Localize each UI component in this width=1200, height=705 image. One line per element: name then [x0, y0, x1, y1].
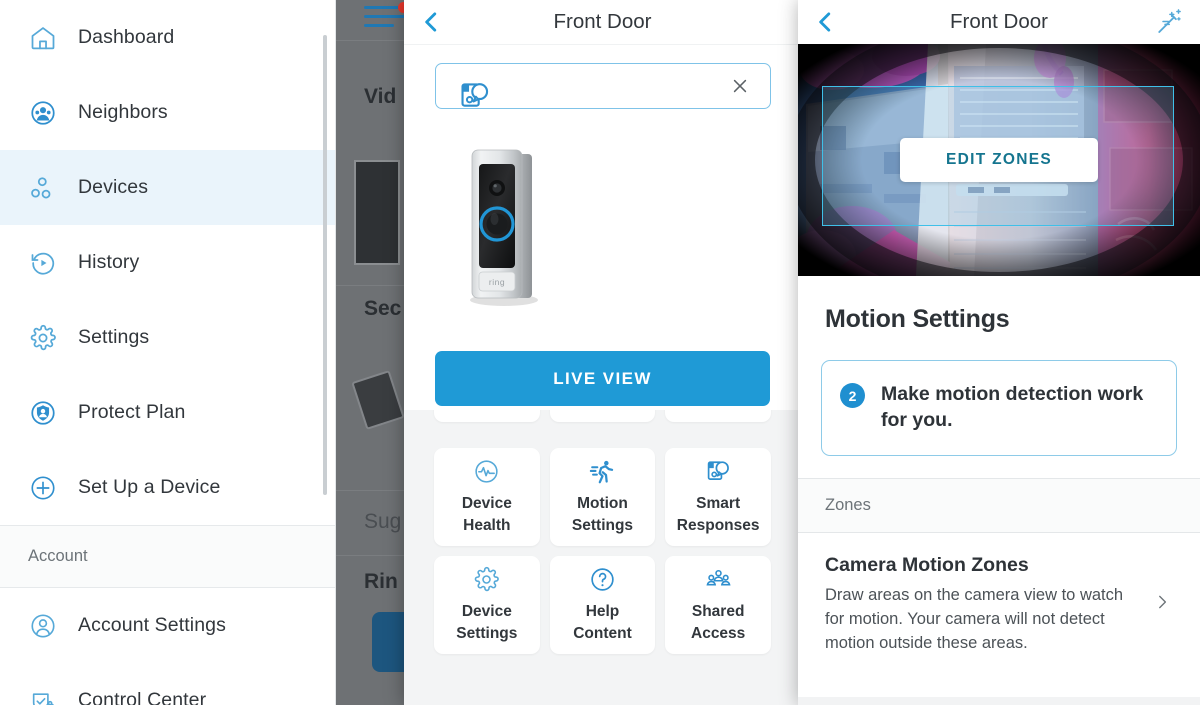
device-action-grid-rows: Device Health Motion Settings Smart Resp… [404, 448, 801, 654]
card-label: Motion Settings [571, 494, 634, 534]
card-partial[interactable] [665, 410, 771, 422]
background-device-thumbnail [351, 370, 405, 430]
list-item-title: Camera Motion Zones [825, 554, 1029, 576]
sidebar-item-neighbors[interactable]: Neighbors [0, 75, 335, 150]
card-label: Smart Responses [676, 494, 760, 534]
sidebar-item-devices[interactable]: Devices [0, 150, 335, 225]
card-shared-access[interactable]: Shared Access [665, 556, 771, 654]
background-device-thumbnail [354, 160, 400, 265]
card-label: Device Settings [456, 602, 518, 642]
sidebar-item-account-settings[interactable]: Account Settings [0, 588, 335, 663]
card-label: Shared Access [691, 602, 746, 642]
close-icon[interactable] [730, 76, 750, 96]
sidebar-account-header-label: Account [28, 547, 88, 565]
card-partial[interactable] [434, 410, 540, 422]
sidebar-item-label: Neighbors [78, 101, 168, 123]
tip-text: Make motion detection work for you. [881, 383, 1144, 431]
smart-response-icon [705, 458, 732, 486]
devices-icon [28, 173, 58, 203]
sidebar-item-settings[interactable]: Settings [0, 300, 335, 375]
sidebar-scrollbar[interactable] [323, 35, 327, 495]
edit-zones-button[interactable]: EDIT ZONES [899, 138, 1099, 182]
device-action-grid-row-partial [404, 410, 801, 422]
sidebar-item-history[interactable]: History [0, 225, 335, 300]
card-partial[interactable] [549, 410, 656, 422]
tip-step-badge: 2 [840, 383, 865, 408]
sidebar-item-label: Settings [78, 326, 150, 348]
sidebar-item-label: Devices [78, 176, 149, 198]
live-view-label: LIVE VIEW [553, 368, 652, 388]
device-detail-topbar: Front Door [404, 0, 801, 45]
zones-section-header: Zones [798, 479, 1200, 533]
back-chevron-icon[interactable] [418, 9, 444, 35]
card-motion-settings[interactable]: Motion Settings [549, 448, 656, 546]
search-input[interactable] [435, 63, 771, 109]
chevron-right-icon [1153, 593, 1173, 616]
device-detail-title: Front Door [553, 10, 652, 33]
ring-video-doorbell-pro-image: ring [458, 148, 550, 313]
motion-settings-topbar: Front Door [798, 0, 1200, 44]
sidebar-item-label: Protect Plan [78, 401, 186, 423]
shield-icon [28, 398, 58, 428]
person-circle-icon [28, 611, 58, 641]
background-text: Vid [364, 85, 397, 108]
list-item-camera-motion-zones[interactable]: Camera Motion Zones Draw areas on the ca… [798, 533, 1200, 655]
shield-check-icon [28, 686, 58, 705]
sidebar-item-label: Account Settings [78, 614, 226, 636]
card-device-settings[interactable]: Device Settings [434, 556, 540, 654]
card-smart-responses[interactable]: Smart Responses [665, 448, 771, 546]
sidebar-item-control-center[interactable]: Control Center [0, 663, 335, 705]
app-window: Dashboard Neighbors Devices History Sett [0, 0, 1200, 705]
background-text: Rin [364, 570, 398, 593]
plus-circle-icon [28, 473, 58, 503]
zones-section-label: Zones [825, 496, 871, 514]
page-title: Motion Settings [825, 305, 1010, 333]
list-item-description: Draw areas on the camera view to watch f… [825, 586, 1124, 652]
card-label: Device Health [461, 494, 512, 534]
home-icon [28, 23, 58, 53]
card-help-content[interactable]: Help Content [549, 556, 656, 654]
card-label: Help Content [573, 602, 632, 642]
sidebar-account-header: Account [0, 526, 335, 588]
motion-settings-title: Front Door [950, 10, 1048, 33]
background-text: Sec [364, 297, 402, 320]
history-icon [28, 248, 58, 278]
edit-zones-label: EDIT ZONES [945, 151, 1053, 168]
live-view-button[interactable]: LIVE VIEW [435, 351, 770, 406]
sidebar-item-protect-plan[interactable]: Protect Plan [0, 375, 335, 450]
motion-tip-card[interactable]: 2 Make motion detection work for you. [821, 360, 1177, 456]
gear-icon [473, 566, 500, 594]
sidebar-item-label: History [78, 251, 140, 273]
sidebar-item-label: Control Center [78, 689, 207, 705]
svg-text:ring: ring [489, 277, 505, 287]
sidebar-item-set-up-a-device[interactable]: Set Up a Device [0, 450, 335, 525]
group-people-icon [705, 566, 732, 594]
sidebar-item-label: Set Up a Device [78, 476, 221, 498]
question-circle-icon [589, 566, 616, 594]
sidebar-item-dashboard[interactable]: Dashboard [0, 0, 335, 75]
background-text: Sug [364, 510, 402, 533]
gear-icon [28, 323, 58, 353]
magic-wand-icon[interactable] [1154, 7, 1184, 37]
device-action-grid: Device Health Motion Settings Smart Resp… [404, 410, 801, 705]
sidebar: Dashboard Neighbors Devices History Sett [0, 0, 336, 705]
bottom-divider [798, 697, 1200, 705]
smart-response-icon [458, 81, 490, 111]
neighbors-icon [28, 98, 58, 128]
running-person-icon [589, 458, 616, 486]
sidebar-item-label: Dashboard [78, 26, 175, 48]
back-chevron-icon[interactable] [812, 9, 838, 35]
camera-preview[interactable]: EDIT ZONES [798, 44, 1200, 276]
pulse-circle-icon [473, 458, 500, 486]
card-device-health[interactable]: Device Health [434, 448, 540, 546]
motion-settings-panel: Front Door EDIT ZONES Motion Settings 2 … [798, 0, 1200, 705]
